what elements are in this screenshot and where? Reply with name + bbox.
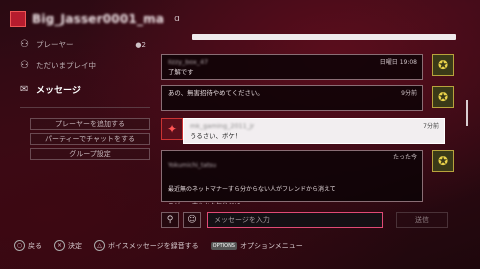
sidebar-item-players[interactable]: ⚇ プレーヤー ●2 [0, 34, 150, 55]
attach-button[interactable]: ⚲ [161, 212, 179, 228]
conversation-title: Big_Jasser0001_ma [32, 12, 165, 26]
guide-confirm: × 決定 [54, 240, 82, 251]
button-guide: ○ 戻る × 決定 △ ボイスメッセージを録音する OPTIONS オプションメニュー [14, 240, 309, 251]
smiley-icon: ☺ [187, 215, 197, 225]
message-sender: Yokumichi_tatsu [168, 162, 217, 170]
message-text: うるさい、ボケ！ [190, 131, 242, 140]
divider [20, 107, 150, 108]
guide-back: ○ 戻る [14, 240, 42, 251]
avatar: ✪ [432, 150, 454, 172]
message-sender: lizzy_box_47 [168, 58, 209, 66]
compose-bar: ⚲ ☺ メッセージを入力 [161, 212, 383, 228]
guide-voice: △ ボイスメッセージを録音する [94, 240, 199, 251]
message-bubble: 9分前 あの、無害招待やめてください。 [161, 85, 423, 111]
sticker-button[interactable]: ☺ [183, 212, 201, 228]
sidebar-item-label: プレーヤー [36, 40, 74, 49]
sidebar: ⚇ プレーヤー ●2 ⚇ ただいまプレイ中 ✉ メッセージ プレーヤーを追加する… [0, 34, 150, 163]
message-sender: mk_gaming_2011_jr [190, 122, 255, 130]
gamepad-icon: ⚇ [20, 60, 29, 71]
options-button-icon: OPTIONS [210, 241, 237, 250]
message-time: 7分前 [423, 123, 439, 130]
sidebar-item-now-playing[interactable]: ⚇ ただいまプレイ中 [0, 55, 150, 76]
message-bubble-selected: mk_gaming_2011_jr 7分前 うるさい、ボケ！ [183, 118, 445, 144]
user-avatar-icon [10, 11, 26, 27]
avatar: ✦ [161, 118, 183, 140]
party-chat-button[interactable]: パーティーでチャットをする [30, 133, 150, 145]
add-player-button[interactable]: プレーヤーを追加する [30, 118, 150, 130]
message-icon: ✉ [20, 83, 29, 95]
avatar: ✪ [432, 86, 454, 108]
message-text: 最近無のネットマナーすら分からない人がフレンドから消えて スゲーッ爽やかな気分だ… [168, 186, 336, 204]
sidebar-item-label: メッセージ [36, 85, 81, 96]
group-settings-button[interactable]: グループ設定 [30, 148, 150, 160]
message-time: 日曜日 19:08 [379, 59, 417, 66]
guide-options: OPTIONS オプションメニュー [210, 241, 303, 251]
triangle-button-icon: △ [94, 240, 105, 251]
message-time: たった今 [392, 154, 417, 161]
message-text: あの、無害招待やめてください。 [168, 89, 264, 97]
message-text: 了解です [168, 67, 194, 76]
people-icon: ⚇ [20, 39, 29, 50]
message-bubble: Yokumichi_tatsu たった今 最近無のネットマナーすら分からない人が… [161, 150, 423, 204]
header: Big_Jasser0001_ma ɑ [10, 8, 180, 30]
send-button[interactable]: 送信 [396, 212, 448, 228]
message-time: 9分前 [401, 90, 417, 97]
guide-label: ボイスメッセージを録音する [108, 241, 199, 250]
message-bubble: lizzy_box_47 日曜日 19:08 了解です [161, 54, 423, 80]
cross-button-icon: × [54, 240, 65, 251]
guide-label: オプションメニュー [240, 241, 303, 250]
header-badge: ɑ [174, 14, 180, 24]
message-list[interactable]: lizzy_box_47 日曜日 19:08 了解です 9分前 あの、無害招待や… [158, 34, 468, 204]
sidebar-item-messages[interactable]: ✉ メッセージ [0, 76, 150, 102]
avatar: ✪ [432, 54, 454, 76]
sidebar-item-label: ただいまプレイ中 [36, 61, 96, 70]
paperclip-icon: ⚲ [166, 215, 174, 225]
guide-label: 決定 [68, 241, 82, 250]
circle-button-icon: ○ [14, 240, 25, 251]
message-input[interactable]: メッセージを入力 [207, 212, 383, 228]
scrollbar[interactable] [466, 100, 468, 126]
player-count: ●2 [135, 40, 146, 49]
guide-label: 戻る [28, 241, 42, 250]
